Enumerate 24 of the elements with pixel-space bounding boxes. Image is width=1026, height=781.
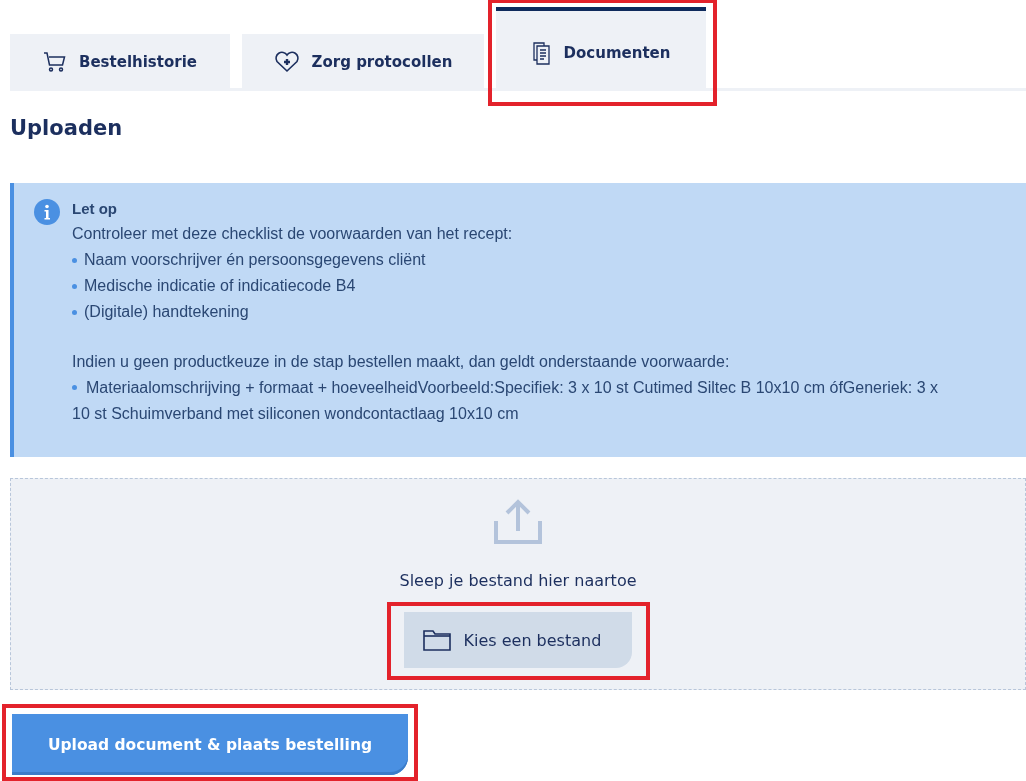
cart-icon bbox=[43, 51, 67, 73]
bullet-icon bbox=[72, 257, 77, 263]
bullet-icon bbox=[72, 283, 77, 289]
heart-plus-icon bbox=[273, 51, 300, 73]
tab[interactable]: Zorg protocollen bbox=[242, 34, 484, 90]
dropzone[interactable]: Sleep je bestand hier naartoe Kies een bestand bbox=[10, 478, 1026, 690]
list-item: Naam voorschrijver én persoonsgegevens cliënt bbox=[84, 250, 426, 270]
list-item: (Digitale) handtekening bbox=[84, 302, 249, 322]
bullet-icon bbox=[72, 309, 77, 315]
documents-icon bbox=[531, 41, 552, 65]
list-item: Materiaalomschrijving + formaat + hoeveelheidVoorbeeld:Specifiek: 3 x 10 st Cutimed Siltec B 10x10 cm ófGeneriek: 3 x 10 st Schuimverband met siliconen wondcontactlaag 10x10 cm bbox=[72, 378, 939, 424]
notice-text: Controleer met deze checklist de voorwaarden van het recept: bbox=[72, 224, 514, 244]
section-heading: Uploaden bbox=[9, 115, 124, 142]
list-item: Medische indicatie of indicatiecode B4 bbox=[84, 276, 356, 296]
notice-text: Indien u geen productkeuze in de stap bestellen maakt, dan geldt onderstaande voorwaarde: bbox=[72, 352, 731, 372]
tab[interactable]: Bestelhistorie bbox=[10, 34, 230, 90]
upload-icon bbox=[493, 499, 543, 545]
dropzone-hint: Sleep je bestand hier naartoe bbox=[399, 571, 637, 590]
bullet-icon bbox=[72, 384, 77, 390]
folder-icon bbox=[421, 628, 452, 652]
notice-title: Let op bbox=[72, 199, 118, 219]
tab[interactable]: Documenten bbox=[496, 7, 706, 91]
choose-file-button[interactable]: Kies een bestand bbox=[403, 612, 632, 668]
info-icon bbox=[34, 199, 60, 225]
